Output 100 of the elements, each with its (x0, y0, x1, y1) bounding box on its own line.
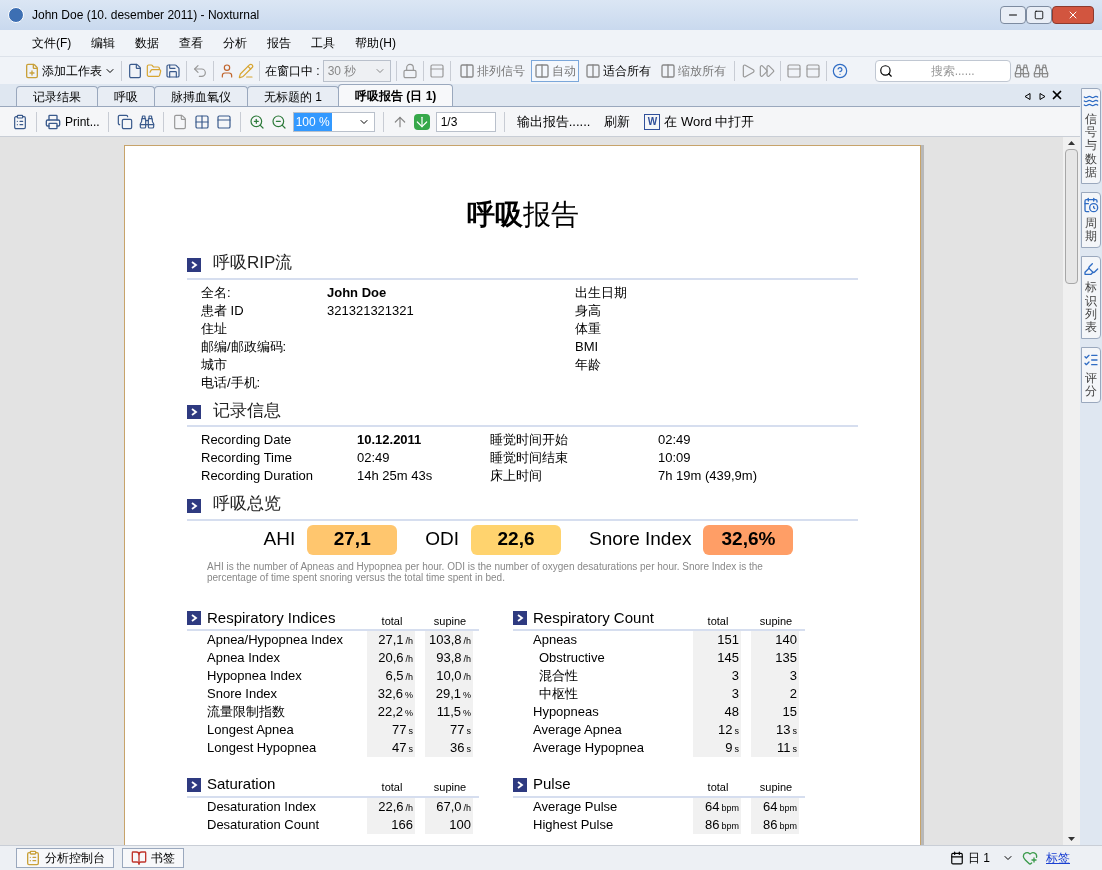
minimize-button[interactable] (1000, 6, 1026, 24)
page-setup-icon[interactable] (215, 113, 232, 130)
binoculars-icon[interactable] (1013, 62, 1030, 79)
copy-icon[interactable] (116, 113, 133, 130)
page-field[interactable]: 1/3 (435, 111, 496, 132)
maximize-button[interactable] (1026, 6, 1052, 24)
menu-item[interactable]: 工具 (303, 34, 344, 52)
document-tab[interactable]: 脉搏血氧仪 (154, 86, 248, 106)
row-label: 流量限制指数 (207, 703, 286, 722)
lock-icon[interactable] (401, 62, 418, 79)
unit-label: bpm (721, 819, 739, 833)
side-panel-tab[interactable]: 评分 (1081, 347, 1101, 404)
document-tab[interactable]: 呼吸 (97, 86, 155, 106)
panel-icon[interactable] (428, 62, 445, 79)
section-marker-icon (187, 257, 201, 272)
table-title: Pulse (533, 774, 572, 794)
table-value: 29,1 (435, 685, 461, 704)
unit-label: % (463, 707, 471, 721)
table-value: 13 (776, 721, 791, 740)
table-value: 77 (450, 721, 465, 740)
table-title: Respiratory Indices (207, 607, 337, 628)
document-tab[interactable]: 无标题的 1 (247, 86, 339, 106)
document-tab[interactable]: 记录结果 (16, 86, 98, 106)
unit-label: /h (405, 635, 413, 649)
fast-forward-icon[interactable] (758, 62, 775, 79)
vertical-scrollbar[interactable] (1063, 137, 1080, 845)
unit-label: /h (463, 671, 471, 685)
next-page-icon[interactable] (413, 113, 430, 130)
section-heading: 记录信息 (213, 399, 281, 422)
table-value: 6,5 (385, 667, 404, 686)
table-value: 67,0 (436, 797, 462, 816)
new-file-icon[interactable] (127, 62, 143, 79)
menu-item[interactable]: 文件(F) (24, 34, 80, 52)
field-value: 10.12.2011 (357, 431, 423, 450)
side-panel-tab[interactable]: 周期 (1081, 191, 1101, 249)
row-label: Apnea/Hypopnea Index (207, 631, 344, 650)
search-field[interactable]: 搜索...... (874, 59, 1011, 82)
menu-item[interactable]: 分析 (215, 34, 256, 52)
menu-item[interactable]: 查看 (171, 34, 212, 52)
print-button[interactable]: Print... (45, 112, 100, 131)
bottom-panel-tab[interactable]: 书签 (122, 848, 184, 868)
unit-label: /h (405, 671, 413, 685)
panel-icon[interactable] (785, 62, 802, 79)
clipboard-icon[interactable] (12, 113, 28, 130)
table-value: 100 (449, 815, 471, 834)
field-label: Recording Duration (201, 467, 314, 486)
row-label: Highest Pulse (533, 815, 615, 834)
table-value: 3 (731, 685, 739, 704)
document-tab[interactable]: 呼吸报告 (日 1) (338, 84, 454, 106)
binoculars-icon[interactable] (1032, 62, 1049, 79)
toolbar-button[interactable]: 适合所有 (581, 59, 654, 82)
menu-item[interactable]: 帮助(H) (347, 34, 404, 52)
field-label: 全名: (201, 283, 232, 302)
heart-plus-icon (1022, 850, 1038, 866)
row-label: Apneas (533, 631, 579, 650)
export-report-button[interactable]: 输出报告...... (512, 111, 595, 132)
side-panel-tab[interactable]: 标识列表 (1081, 256, 1101, 340)
panel-icon[interactable] (804, 62, 821, 79)
close-tab-icon[interactable] (1050, 88, 1064, 102)
scroll-left-icon[interactable] (1024, 93, 1031, 100)
person-icon[interactable] (219, 62, 235, 79)
day-select[interactable]: 日 1 (950, 849, 1014, 867)
undo-icon[interactable] (192, 62, 208, 79)
table-value: 86 (705, 815, 720, 834)
save-icon[interactable] (165, 62, 181, 79)
field-label: 睡觉时间开始 (490, 431, 569, 450)
column-header: total (706, 780, 730, 795)
table-value: 11 (777, 739, 791, 758)
open-in-word-button[interactable]: W 在 Word 中打开 (640, 111, 759, 132)
column-header: total (706, 613, 730, 629)
metric-value: 32,6% (703, 524, 794, 555)
refresh-button[interactable]: 刷新 (600, 111, 635, 132)
binoculars-icon[interactable] (138, 113, 155, 130)
row-label: Longest Apnea (207, 721, 295, 740)
zoom-in-icon[interactable] (248, 113, 265, 130)
menu-item[interactable]: 数据 (127, 34, 168, 52)
menu-item[interactable]: 报告 (259, 34, 300, 52)
zoom-out-icon[interactable] (270, 113, 287, 130)
row-label: Average Pulse (533, 797, 619, 816)
tags-link[interactable]: 标签 (1046, 849, 1070, 867)
menu-item[interactable]: 编辑 (83, 34, 124, 52)
field-label: Recording Time (201, 449, 294, 468)
grid-icon[interactable] (193, 113, 210, 130)
edit-note-icon[interactable] (238, 62, 254, 79)
help-icon[interactable] (831, 62, 848, 79)
scroll-down-icon[interactable] (1068, 837, 1075, 841)
row-label: Obstructive (538, 649, 606, 668)
unit-label: /h (405, 801, 413, 815)
side-panel-tab[interactable]: 信号与数据 (1081, 88, 1101, 184)
table-value: 15 (782, 703, 797, 722)
scroll-right-icon[interactable] (1039, 93, 1046, 100)
close-button[interactable] (1052, 6, 1094, 24)
add-sheet-button[interactable]: 添加工作表 (24, 61, 116, 80)
app-logo-icon (8, 7, 24, 23)
page-icon[interactable] (171, 113, 188, 130)
scroll-up-icon[interactable] (1068, 141, 1075, 145)
bottom-panel-tab[interactable]: 分析控制台 (16, 848, 114, 868)
unit-label: /h (463, 801, 471, 815)
unit-label: /h (405, 653, 413, 667)
scrollbar-thumb[interactable] (1065, 149, 1078, 284)
